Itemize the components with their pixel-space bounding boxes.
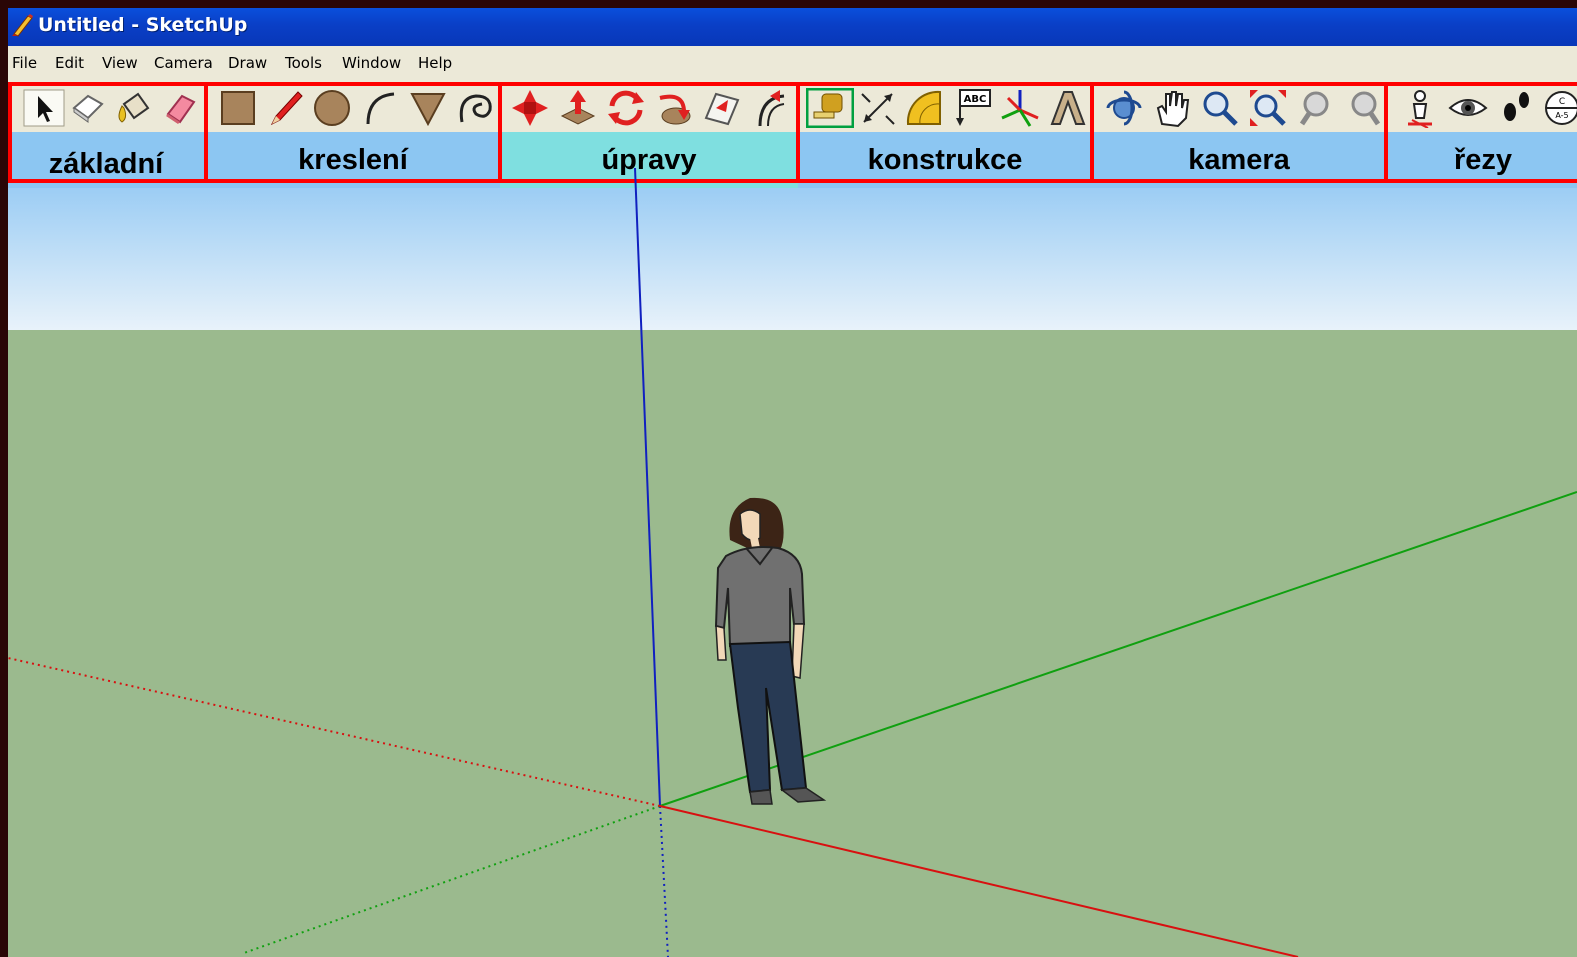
person-figure [714,497,827,805]
blue-axis [634,167,661,807]
red-axis [659,805,1299,957]
green-axis-dotted [243,805,661,954]
viewport[interactable] [8,8,1577,957]
sketchup-window: Untitled - SketchUp File Edit View Camer… [8,8,1577,957]
red-axis-dotted [8,657,661,807]
blue-axis-dotted [659,805,669,957]
